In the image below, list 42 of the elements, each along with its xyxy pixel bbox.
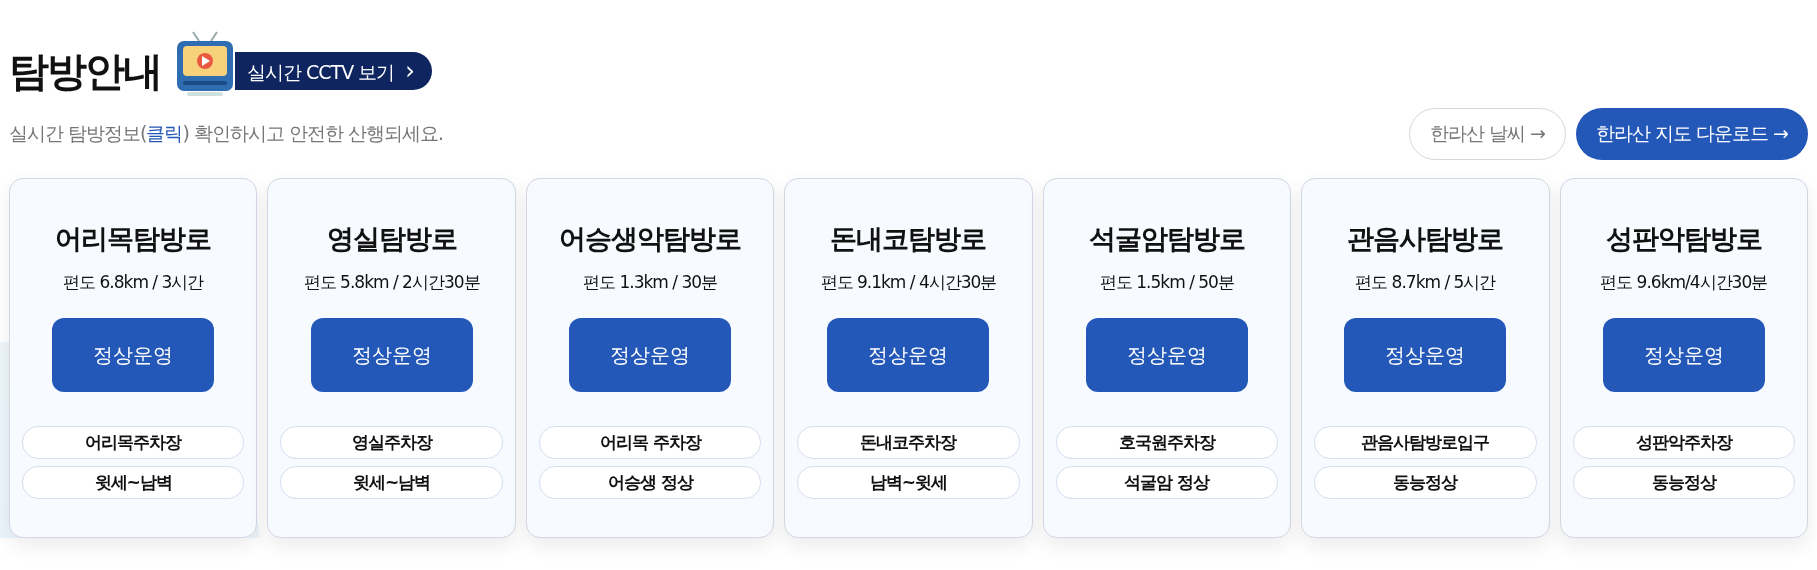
weather-button[interactable]: 한라산 날씨 → — [1408, 108, 1566, 160]
trail-distance: 편도 6.8km / 3시간 — [63, 271, 204, 294]
trail-name: 석굴암탐방로 — [1088, 222, 1245, 256]
section-pill: 돈내코주차장 — [797, 426, 1020, 459]
section-pill: 관음사탐방로입구 — [1314, 426, 1537, 459]
status-badge: 정상운영 — [310, 318, 473, 392]
section-pill: 남벽~윗세 — [797, 466, 1020, 499]
trail-distance: 편도 5.8km / 2시간30분 — [303, 271, 480, 294]
tv-icon — [175, 31, 235, 97]
section-pill: 호국원주차장 — [1055, 426, 1279, 459]
section-pill: 동능정상 — [1314, 466, 1537, 499]
trail-name: 어승생악탐방로 — [559, 222, 742, 256]
section-pill: 어리목주차장 — [22, 426, 245, 459]
map-download-button[interactable]: 한라산 지도 다운로드 → — [1575, 108, 1808, 160]
trail-name: 관음사탐방로 — [1347, 222, 1504, 256]
status-badge: 정상운영 — [52, 318, 215, 392]
section-pill: 윗세~남벽 — [280, 466, 503, 499]
section-pill: 어리목 주차장 — [538, 426, 762, 459]
info-link[interactable]: 클릭 — [146, 122, 183, 144]
section-pill: 석굴암 정상 — [1055, 466, 1279, 499]
trail-name: 영실탐방로 — [326, 222, 457, 256]
page-title: 탐방안내 — [9, 46, 161, 96]
trail-distance: 편도 1.5km / 50분 — [1099, 271, 1234, 294]
section-pill: 성판악주차장 — [1572, 426, 1795, 459]
trail-name: 어리목탐방로 — [55, 222, 212, 256]
trail-name: 성판악탐방로 — [1605, 222, 1762, 256]
trail-distance: 편도 9.1km / 4시간30분 — [820, 271, 997, 294]
status-badge: 정상운영 — [827, 318, 990, 392]
status-badge: 정상운영 — [1085, 318, 1248, 392]
trail-distance: 편도 1.3km / 30분 — [583, 271, 718, 294]
subtitle-text: 실시간 탐방정보(클릭) 확인하시고 안전한 산행되세요. — [9, 121, 444, 146]
section-pill: 동능정상 — [1572, 466, 1795, 499]
trail-name: 돈내코탐방로 — [830, 222, 987, 256]
status-badge: 정상운영 — [1602, 318, 1765, 392]
section-pill: 윗세~남벽 — [22, 466, 245, 499]
status-badge: 정상운영 — [1344, 318, 1507, 392]
trail-distance: 편도 9.6km/4시간30분 — [1600, 271, 1768, 294]
section-pill: 어승생 정상 — [538, 466, 762, 499]
trail-distance: 편도 8.7km / 5시간 — [1355, 271, 1496, 294]
cctv-button[interactable]: 실시간 CCTV 보기 › — [235, 52, 432, 90]
status-badge: 정상운영 — [569, 318, 732, 392]
section-pill: 영실주차장 — [280, 426, 503, 459]
